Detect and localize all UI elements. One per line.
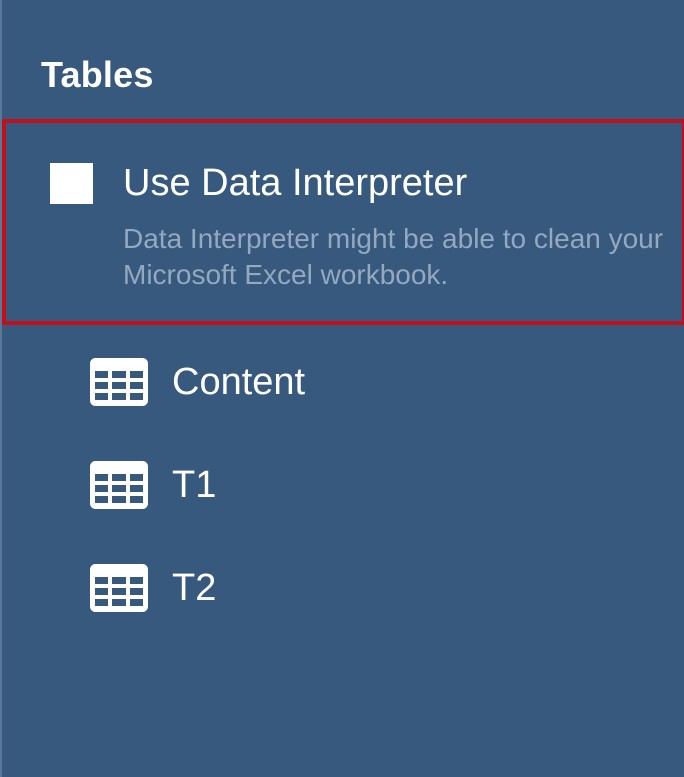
table-grid-icon (90, 461, 148, 509)
data-interpreter-description: Data Interpreter might be able to clean … (123, 223, 664, 290)
table-item-label: T2 (172, 567, 217, 609)
tables-panel: Tables Use Data Interpreter Data Interpr… (2, 0, 684, 777)
table-grid-icon (90, 564, 148, 612)
table-item-label: T1 (172, 464, 217, 506)
table-item-t2[interactable]: T2 (90, 561, 590, 615)
use-data-interpreter-label[interactable]: Use Data Interpreter (123, 160, 467, 206)
tables-heading: Tables (41, 54, 154, 95)
table-item-label: Content (172, 361, 306, 403)
use-data-interpreter-checkbox[interactable] (50, 163, 93, 204)
table-grid-icon (90, 358, 148, 406)
table-item-t1[interactable]: T1 (90, 458, 590, 512)
table-item-content[interactable]: Content (90, 355, 590, 409)
